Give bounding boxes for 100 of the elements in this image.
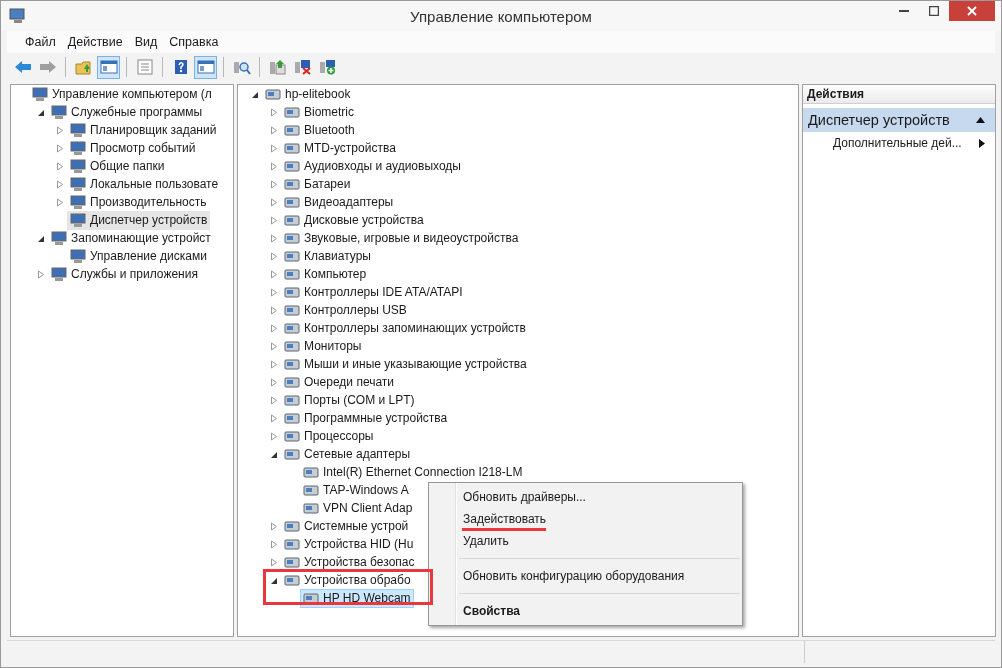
tree-item[interactable]: Intel(R) Ethernet Connection I218-LM bbox=[300, 462, 526, 482]
device-icon bbox=[284, 320, 300, 336]
tree-item[interactable]: Сетевые адаптеры bbox=[281, 444, 414, 464]
computer-icon bbox=[70, 140, 86, 156]
context-menu-item[interactable]: Удалить bbox=[429, 530, 742, 552]
tree-item[interactable]: Планировщик заданий bbox=[67, 120, 220, 140]
tree-item[interactable]: Программные устройства bbox=[281, 408, 451, 428]
device-icon bbox=[284, 266, 300, 282]
tree-item[interactable]: Просмотр событий bbox=[67, 138, 199, 158]
tree-item[interactable]: Службы и приложения bbox=[48, 264, 201, 284]
tree-item[interactable]: Мониторы bbox=[281, 336, 365, 356]
triangle-right-icon[interactable] bbox=[56, 125, 64, 135]
computer-icon bbox=[70, 158, 86, 174]
triangle-right-icon[interactable] bbox=[270, 233, 278, 243]
tree-item[interactable]: Мыши и иные указывающие устройства bbox=[281, 354, 530, 374]
device-icon bbox=[284, 212, 300, 228]
back-arrow-icon bbox=[13, 59, 32, 75]
tree-item[interactable]: VPN Client Adap bbox=[300, 498, 416, 518]
triangle-right-icon[interactable] bbox=[56, 143, 64, 153]
triangle-right-icon[interactable] bbox=[270, 431, 278, 441]
triangle-right-icon[interactable] bbox=[270, 125, 278, 135]
triangle-right-icon[interactable] bbox=[270, 413, 278, 423]
tree-item[interactable]: Порты (COM и LPT) bbox=[281, 390, 418, 410]
tree-item[interactable]: Видеоадаптеры bbox=[281, 192, 397, 212]
tree-item[interactable]: hp-elitebook bbox=[262, 85, 354, 104]
remove-icon bbox=[293, 59, 312, 75]
triangle-right-icon[interactable] bbox=[56, 161, 64, 171]
menu-item[interactable]: Справка bbox=[163, 33, 225, 51]
tree-item[interactable]: Аудиовходы и аудиовыходы bbox=[281, 156, 464, 176]
triangle-right-icon[interactable] bbox=[270, 359, 278, 369]
tree-item[interactable]: Компьютер bbox=[281, 264, 370, 284]
tree-item[interactable]: Локальные пользовате bbox=[67, 174, 222, 194]
close-button[interactable] bbox=[949, 1, 995, 21]
tree-item[interactable]: Очереди печати bbox=[281, 372, 398, 392]
context-menu-item[interactable]: Обновить конфигурацию оборудования bbox=[429, 565, 742, 587]
triangle-right-icon[interactable] bbox=[270, 269, 278, 279]
tree-item[interactable]: Biometric bbox=[281, 102, 357, 122]
tree-item[interactable]: Процессоры bbox=[281, 426, 377, 446]
triangle-right-icon bbox=[979, 138, 985, 148]
tree-item[interactable]: TAP-Windows A bbox=[300, 480, 412, 500]
triangle-right-icon[interactable] bbox=[56, 179, 64, 189]
tree-item[interactable]: Клавиатуры bbox=[281, 246, 374, 266]
triangle-right-icon[interactable] bbox=[270, 287, 278, 297]
tree-item[interactable]: Дисковые устройства bbox=[281, 210, 427, 230]
triangle-right-icon[interactable] bbox=[270, 197, 278, 207]
tree-item[interactable]: Звуковые, игровые и видеоустройства bbox=[281, 228, 522, 248]
triangle-right-icon[interactable] bbox=[37, 269, 45, 279]
device-icon bbox=[265, 86, 281, 102]
menu-item[interactable]: Действие bbox=[61, 33, 129, 51]
action-link[interactable]: Дополнительные дей... bbox=[803, 132, 995, 154]
triangle-right-icon[interactable] bbox=[270, 557, 278, 567]
tree-item[interactable]: Диспетчер устройств bbox=[67, 210, 211, 230]
toolbar-button[interactable] bbox=[97, 55, 120, 79]
tree-item[interactable]: Устройства безопас bbox=[281, 552, 418, 572]
tree-item[interactable]: Bluetooth bbox=[281, 120, 358, 140]
tree-item[interactable]: Устройства обрабо bbox=[281, 570, 414, 590]
device-icon bbox=[284, 554, 300, 570]
triangle-right-icon[interactable] bbox=[270, 323, 278, 333]
tree-item[interactable]: Системные устрой bbox=[281, 516, 412, 536]
device-icon bbox=[284, 428, 300, 444]
context-menu-item[interactable]: Обновить драйверы... bbox=[429, 486, 742, 508]
tree-item[interactable]: Устройства HID (Hu bbox=[281, 534, 417, 554]
computer-icon bbox=[70, 176, 86, 192]
device-icon bbox=[284, 410, 300, 426]
computer-icon bbox=[51, 230, 67, 246]
toolbar-button[interactable] bbox=[194, 55, 217, 79]
triangle-right-icon[interactable] bbox=[270, 305, 278, 315]
context-menu-item[interactable]: Свойства bbox=[429, 600, 742, 622]
triangle-right-icon[interactable] bbox=[56, 197, 64, 207]
tree-item[interactable]: Общие папки bbox=[67, 156, 168, 176]
computer-icon bbox=[51, 104, 67, 120]
menu-item[interactable]: Файл bbox=[19, 33, 62, 51]
triangle-right-icon[interactable] bbox=[270, 215, 278, 225]
triangle-right-icon[interactable] bbox=[270, 521, 278, 531]
menu-item[interactable]: Вид bbox=[128, 33, 164, 51]
triangle-right-icon[interactable] bbox=[270, 341, 278, 351]
triangle-right-icon[interactable] bbox=[270, 251, 278, 261]
tree-item[interactable]: Контроллеры IDE ATA/ATAPI bbox=[281, 282, 466, 302]
tree-item[interactable]: Производительность bbox=[67, 192, 210, 212]
triangle-right-icon[interactable] bbox=[270, 179, 278, 189]
actions-section-header[interactable]: Диспетчер устройств bbox=[803, 108, 995, 132]
tree-item[interactable]: Батареи bbox=[281, 174, 354, 194]
tree-item[interactable]: Запоминающие устройст bbox=[48, 228, 214, 248]
triangle-right-icon[interactable] bbox=[270, 161, 278, 171]
tree-item[interactable]: MTD-устройства bbox=[281, 138, 399, 158]
tree-item[interactable]: Служебные программы bbox=[48, 102, 206, 122]
triangle-right-icon[interactable] bbox=[270, 143, 278, 153]
tree-item[interactable]: Управление компьютером (л bbox=[29, 85, 215, 104]
tree-item[interactable]: Контроллеры запоминающих устройств bbox=[281, 318, 529, 338]
triangle-right-icon[interactable] bbox=[270, 107, 278, 117]
computer-icon bbox=[9, 8, 27, 24]
triangle-right-icon[interactable] bbox=[270, 395, 278, 405]
context-menu-item[interactable]: Задействовать bbox=[429, 508, 742, 530]
tree-item[interactable]: Управление дисками bbox=[67, 246, 210, 266]
window-title: Управление компьютером bbox=[410, 7, 592, 25]
forward-arrow-icon bbox=[38, 59, 57, 75]
computer-icon bbox=[70, 194, 86, 210]
triangle-right-icon[interactable] bbox=[270, 539, 278, 549]
triangle-right-icon[interactable] bbox=[270, 377, 278, 387]
tree-item[interactable]: Контроллеры USB bbox=[281, 300, 410, 320]
